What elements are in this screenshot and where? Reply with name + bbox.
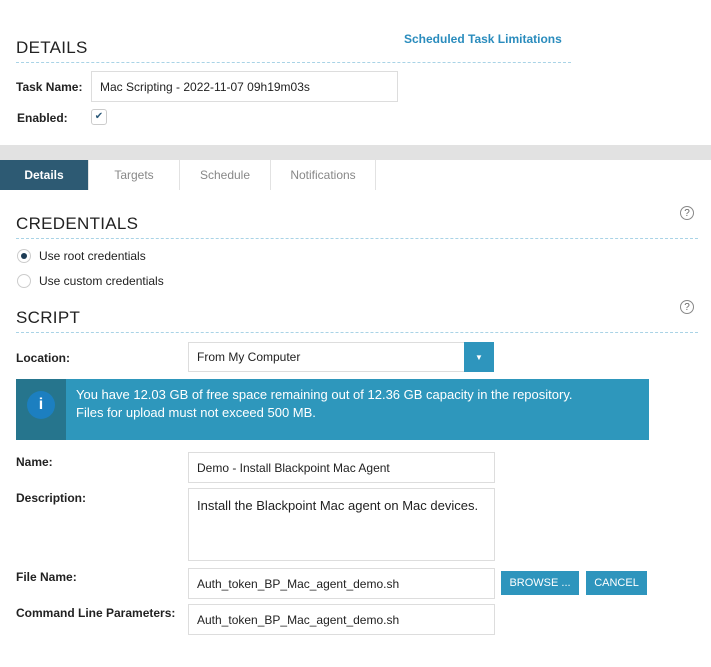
cancel-button[interactable]: CANCEL <box>586 571 647 595</box>
info-icon: i <box>27 391 55 419</box>
root-credentials-radio[interactable] <box>17 249 31 263</box>
file-name-label: File Name: <box>16 570 77 584</box>
enabled-checkbox[interactable]: ✔ <box>91 109 107 125</box>
tab-details[interactable]: Details <box>0 160 89 190</box>
tab-schedule[interactable]: Schedule <box>180 160 271 190</box>
script-heading: SCRIPT <box>16 308 81 327</box>
browse-button[interactable]: BROWSE ... <box>501 571 579 595</box>
tab-targets[interactable]: Targets <box>89 160 180 190</box>
info-banner: i You have 12.03 GB of free space remain… <box>16 379 649 440</box>
name-input[interactable]: Demo - Install Blackpoint Mac Agent <box>188 452 495 483</box>
root-credentials-label[interactable]: Use root credentials <box>39 249 146 263</box>
chevron-down-icon[interactable]: ▼ <box>464 342 494 372</box>
scheduled-task-limitations-link[interactable]: Scheduled Task Limitations <box>404 32 562 46</box>
help-icon[interactable]: ? <box>680 206 694 220</box>
task-name-input[interactable]: Mac Scripting - 2022-11-07 09h19m03s <box>91 71 398 102</box>
details-heading: DETAILS <box>16 38 88 57</box>
location-select[interactable]: From My Computer <box>188 342 494 372</box>
divider <box>16 62 571 63</box>
description-textarea[interactable]: Install the Blackpoint Mac agent on Mac … <box>188 488 495 561</box>
command-line-parameters-label: Command Line Parameters: <box>16 606 176 620</box>
task-name-label: Task Name: <box>16 80 83 94</box>
info-line-1: You have 12.03 GB of free space remainin… <box>76 387 573 402</box>
separator-bar <box>0 145 711 160</box>
info-line-2: Files for upload must not exceed 500 MB. <box>76 405 316 420</box>
enabled-label: Enabled: <box>17 111 68 125</box>
divider <box>16 332 698 333</box>
credentials-heading: CREDENTIALS <box>16 214 139 233</box>
custom-credentials-label[interactable]: Use custom credentials <box>39 274 164 288</box>
location-label: Location: <box>16 351 70 365</box>
description-label: Description: <box>16 491 87 505</box>
name-label: Name: <box>16 455 53 469</box>
file-name-input[interactable]: Auth_token_BP_Mac_agent_demo.sh <box>188 568 495 599</box>
tab-notifications[interactable]: Notifications <box>271 160 376 190</box>
custom-credentials-radio[interactable] <box>17 274 31 288</box>
command-line-parameters-input[interactable]: Auth_token_BP_Mac_agent_demo.sh <box>188 604 495 635</box>
help-icon[interactable]: ? <box>680 300 694 314</box>
location-value: From My Computer <box>197 350 301 364</box>
divider <box>16 238 698 239</box>
